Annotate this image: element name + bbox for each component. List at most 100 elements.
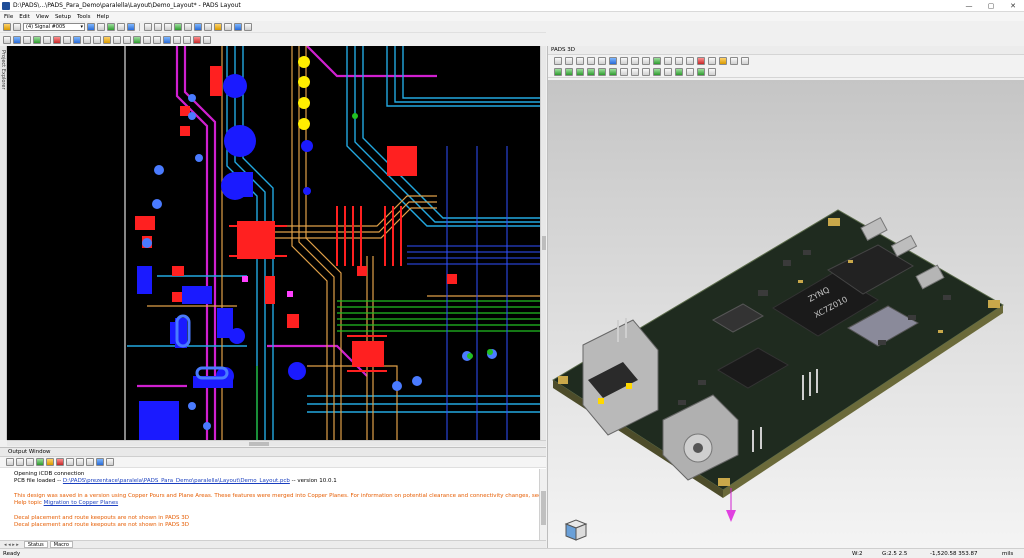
stop-icon[interactable] xyxy=(26,458,34,466)
3d-section-icon[interactable] xyxy=(642,57,650,65)
view-wire-icon[interactable] xyxy=(664,68,672,76)
add-route-icon[interactable] xyxy=(13,35,21,44)
3d-open-icon[interactable] xyxy=(554,57,562,65)
undo-icon[interactable] xyxy=(144,22,152,31)
add-jumper-icon[interactable] xyxy=(73,35,81,44)
3d-help-icon[interactable] xyxy=(741,57,749,65)
view-transparent-icon[interactable] xyxy=(653,68,661,76)
3d-fit-icon[interactable] xyxy=(620,57,628,65)
tab-nav-arrows[interactable]: ◂ ◂ ▸ ▸ xyxy=(4,542,19,548)
display-icon[interactable] xyxy=(204,22,212,31)
miter-icon[interactable] xyxy=(183,35,191,44)
view-silk-icon[interactable] xyxy=(708,68,716,76)
columns-icon[interactable] xyxy=(106,458,114,466)
3d-zoom-icon[interactable] xyxy=(609,57,617,65)
bus-route-icon[interactable] xyxy=(43,35,51,44)
3d-rotate-icon[interactable] xyxy=(598,57,606,65)
menu-edit[interactable]: Edit xyxy=(19,14,30,20)
3d-measure-icon[interactable] xyxy=(631,57,639,65)
add-teardrop-icon[interactable] xyxy=(173,35,181,44)
print-icon[interactable] xyxy=(76,458,84,466)
dynamic-route-icon[interactable] xyxy=(23,35,31,44)
home-icon[interactable] xyxy=(46,458,54,466)
save-icon[interactable] xyxy=(13,22,21,31)
find-icon[interactable] xyxy=(86,458,94,466)
minimize-button[interactable]: — xyxy=(958,0,980,12)
drafting-toolbar-icon[interactable] xyxy=(97,22,105,31)
menu-file[interactable]: File xyxy=(4,14,13,20)
tab-macro[interactable]: Macro xyxy=(49,541,73,548)
3d-settings-icon[interactable] xyxy=(730,57,738,65)
pcb-vertical-scrollbar[interactable] xyxy=(540,46,546,440)
menu-help[interactable]: Help xyxy=(97,14,110,20)
view-left-icon[interactable] xyxy=(598,68,606,76)
select-icon[interactable] xyxy=(3,35,11,44)
pcb-horizontal-scrollbar[interactable] xyxy=(7,440,546,446)
board-view-icon[interactable] xyxy=(174,22,182,31)
scroll-thumb[interactable] xyxy=(542,236,546,250)
unglue-icon[interactable] xyxy=(143,35,151,44)
flip-icon[interactable] xyxy=(113,35,121,44)
clear-icon[interactable] xyxy=(56,458,64,466)
spin-icon[interactable] xyxy=(103,35,111,44)
scroll-thumb[interactable] xyxy=(541,491,546,525)
warning-icon[interactable] xyxy=(719,57,727,65)
output-scrollbar[interactable] xyxy=(539,469,546,541)
view-board-icon[interactable] xyxy=(697,68,705,76)
3d-view-icon[interactable] xyxy=(234,22,242,31)
rotate-icon[interactable] xyxy=(93,35,101,44)
redo-icon[interactable] xyxy=(154,22,162,31)
view-front-icon[interactable] xyxy=(576,68,584,76)
tab-status[interactable]: Status xyxy=(23,541,48,548)
pcb-layout-canvas[interactable] xyxy=(7,46,540,440)
3d-collision-icon[interactable] xyxy=(697,57,705,65)
layout-view-icon[interactable] xyxy=(194,22,202,31)
auto-route-icon[interactable] xyxy=(53,35,61,44)
3d-save-icon[interactable] xyxy=(565,57,573,65)
glue-icon[interactable] xyxy=(133,35,141,44)
length-icon[interactable] xyxy=(153,35,161,44)
help-topic-link[interactable]: Migration to Copper Planes xyxy=(44,500,118,506)
3d-layer-icon[interactable] xyxy=(653,57,661,65)
script-icon[interactable] xyxy=(96,458,104,466)
add-via-icon[interactable] xyxy=(63,35,71,44)
view-back-icon[interactable] xyxy=(587,68,595,76)
forward-icon[interactable] xyxy=(16,458,24,466)
tune-icon[interactable] xyxy=(163,35,171,44)
3d-model-icon[interactable] xyxy=(664,57,672,65)
3d-light-icon[interactable] xyxy=(686,57,694,65)
3d-viewport[interactable]: ZYNQ XC7Z010 xyxy=(548,80,1024,548)
view-fit-icon[interactable] xyxy=(631,68,639,76)
move-icon[interactable] xyxy=(83,35,91,44)
redraw-icon[interactable] xyxy=(184,22,192,31)
eco-toolbar-icon[interactable] xyxy=(117,22,125,31)
maximize-button[interactable]: ▢ xyxy=(980,0,1002,12)
view-bottom-icon[interactable] xyxy=(565,68,573,76)
scroll-thumb[interactable] xyxy=(249,442,269,446)
zoom-icon[interactable] xyxy=(164,22,172,31)
menu-tools[interactable]: Tools xyxy=(77,14,91,20)
delete-icon[interactable] xyxy=(193,35,201,44)
menu-setup[interactable]: Setup xyxy=(55,14,71,20)
3d-export-icon[interactable] xyxy=(708,57,716,65)
dimension-toolbar-icon[interactable] xyxy=(107,22,115,31)
3d-camera-icon[interactable] xyxy=(675,57,683,65)
output-window-icon[interactable] xyxy=(224,22,232,31)
sketch-route-icon[interactable] xyxy=(33,35,41,44)
close-button[interactable]: ✕ xyxy=(1002,0,1024,12)
view-right-icon[interactable] xyxy=(609,68,617,76)
layer-select[interactable]: (4) Signal #005 ▾ xyxy=(23,22,85,31)
3d-pan-icon[interactable] xyxy=(587,57,595,65)
menu-view[interactable]: View xyxy=(36,14,49,20)
view-iso-icon[interactable] xyxy=(620,68,628,76)
design-toolbar-icon[interactable] xyxy=(87,22,95,31)
properties-icon[interactable] xyxy=(203,35,211,44)
back-icon[interactable] xyxy=(6,458,14,466)
view-top-icon[interactable] xyxy=(554,68,562,76)
run-icon[interactable] xyxy=(36,458,44,466)
pcb-file-link[interactable]: D:\PADS\prezentace\paralela\PADS_Para_De… xyxy=(63,478,290,484)
open-icon[interactable] xyxy=(3,22,11,31)
3d-select-icon[interactable] xyxy=(576,57,584,65)
view-copper-icon[interactable] xyxy=(675,68,683,76)
help-icon[interactable] xyxy=(244,22,252,31)
